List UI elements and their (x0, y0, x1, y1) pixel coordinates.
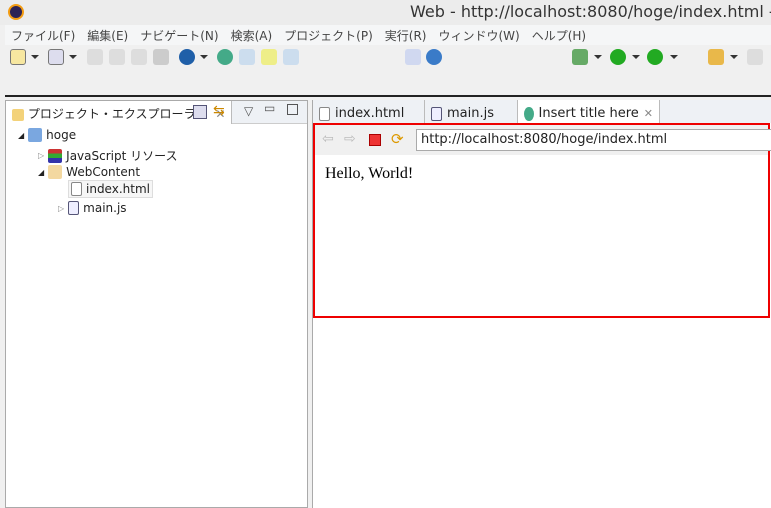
server-icon[interactable] (153, 49, 169, 65)
menu-search[interactable]: 検索(A) (225, 25, 279, 45)
collapsed-arrow-icon[interactable]: ▷ (38, 151, 44, 160)
stop-icon[interactable] (369, 134, 381, 146)
tree-label: JavaScript リソース (66, 149, 178, 163)
menu-edit[interactable]: 編集(E) (81, 25, 134, 45)
browser-nav-bar: ⇦ ⇨ ⟳ http://localhost:8080/hoge/index.h… (315, 125, 771, 155)
expanded-arrow-icon[interactable]: ◢ (18, 131, 24, 140)
js-file-icon (431, 106, 442, 121)
minimize-icon[interactable]: ▭ (264, 101, 275, 115)
menu-bar: ファイル(F) 編集(E) ナビゲート(N) 検索(A) プロジェクト(P) 実… (5, 25, 771, 45)
forward-icon[interactable]: ⇨ (344, 131, 356, 147)
google-dropdown-icon[interactable] (200, 55, 208, 59)
new-file-icon[interactable] (48, 49, 64, 65)
js-file-icon (68, 201, 80, 215)
editor-area: index.html main.js Insert title here ✕ ⇦… (312, 100, 771, 508)
internal-browser: ⇦ ⇨ ⟳ http://localhost:8080/hoge/index.h… (313, 123, 771, 318)
explorer-icon (12, 108, 24, 121)
html-file-icon (71, 182, 82, 196)
menu-file[interactable]: ファイル(F) (5, 25, 81, 45)
tree-label: main.js (83, 201, 127, 215)
tree-item-index-html[interactable]: index.html (68, 180, 153, 198)
new-icon[interactable] (10, 49, 26, 65)
folder-icon (48, 165, 63, 179)
tab-label: index.html (335, 106, 405, 121)
tree-item-hoge[interactable]: ◢ hoge (18, 128, 76, 142)
new-css-icon[interactable] (283, 49, 299, 65)
skip-breakpoints-icon[interactable] (405, 49, 421, 65)
link-editor-icon[interactable]: ⇆ (213, 103, 225, 119)
save-icon[interactable] (87, 49, 103, 65)
collapse-all-icon[interactable] (193, 105, 207, 119)
library-icon (48, 148, 63, 163)
menu-navigate[interactable]: ナビゲート(N) (134, 25, 224, 45)
new-html-icon[interactable] (239, 49, 255, 65)
toolbar (5, 45, 771, 97)
tree-item-main-js[interactable]: ▷ main.js (58, 201, 127, 215)
collapsed-arrow-icon[interactable]: ▷ (58, 204, 64, 213)
tree-item-javascript-resources[interactable]: ▷ JavaScript リソース (38, 147, 178, 164)
next-annotation-icon[interactable] (747, 49, 763, 65)
external-tools-dropdown-icon[interactable] (670, 55, 678, 59)
pen-icon[interactable] (708, 49, 724, 65)
tree-label: index.html (86, 182, 150, 196)
menu-help[interactable]: ヘルプ(H) (526, 25, 592, 45)
tree-item-webcontent[interactable]: ◢ WebContent (38, 165, 140, 179)
tab-index-html[interactable]: index.html (313, 100, 425, 123)
globe-icon[interactable] (217, 49, 233, 65)
tab-label: プロジェクト・エクスプローラー (27, 107, 208, 121)
debug-dropdown-icon[interactable] (594, 55, 602, 59)
new-js-icon[interactable] (261, 49, 277, 65)
tab-main-js[interactable]: main.js (425, 100, 518, 123)
print-icon[interactable] (131, 49, 147, 65)
html-file-icon (319, 106, 330, 121)
menu-run[interactable]: 実行(R) (379, 25, 433, 45)
tab-label: Insert title here (538, 106, 639, 121)
project-folder-icon (28, 128, 43, 142)
page-content: Hello, World! (325, 165, 414, 182)
menu-window[interactable]: ウィンドウ(W) (432, 25, 525, 45)
tree-label: hoge (46, 128, 77, 142)
maximize-icon[interactable] (287, 104, 298, 115)
refresh-icon[interactable]: ⟳ (391, 130, 404, 148)
run-dropdown-icon[interactable] (632, 55, 640, 59)
close-icon[interactable]: ✕ (644, 107, 653, 120)
tab-insert-title-here[interactable]: Insert title here ✕ (518, 100, 660, 123)
project-explorer-panel: プロジェクト・エクスプローラー ✕ ⇆ ▽ ▭ ◢ hoge ▷ JavaScr… (5, 100, 308, 508)
expanded-arrow-icon[interactable]: ◢ (38, 168, 44, 177)
back-icon[interactable]: ⇦ (322, 131, 334, 147)
menu-project[interactable]: プロジェクト(P) (278, 25, 379, 45)
tree-label: WebContent (66, 165, 141, 179)
window-title: Web - http://localhost:8080/hoge/index.h… (410, 2, 771, 21)
url-input[interactable]: http://localhost:8080/hoge/index.html (416, 129, 771, 151)
save-all-icon[interactable] (109, 49, 125, 65)
title-bar: Web - http://localhost:8080/hoge/index.h… (0, 0, 771, 25)
debug-icon[interactable] (572, 49, 588, 65)
pen-dropdown-icon[interactable] (730, 55, 738, 59)
eclipse-logo-icon (8, 4, 24, 20)
view-menu-icon[interactable]: ▽ (244, 104, 253, 118)
google-icon[interactable] (179, 49, 195, 65)
new-dropdown-icon[interactable] (31, 55, 39, 59)
external-tools-icon[interactable] (647, 49, 663, 65)
tab-label: main.js (447, 106, 494, 121)
run-icon[interactable] (610, 49, 626, 65)
globe-icon (524, 106, 534, 121)
new-file-dropdown-icon[interactable] (69, 55, 77, 59)
settings-icon[interactable] (426, 49, 442, 65)
